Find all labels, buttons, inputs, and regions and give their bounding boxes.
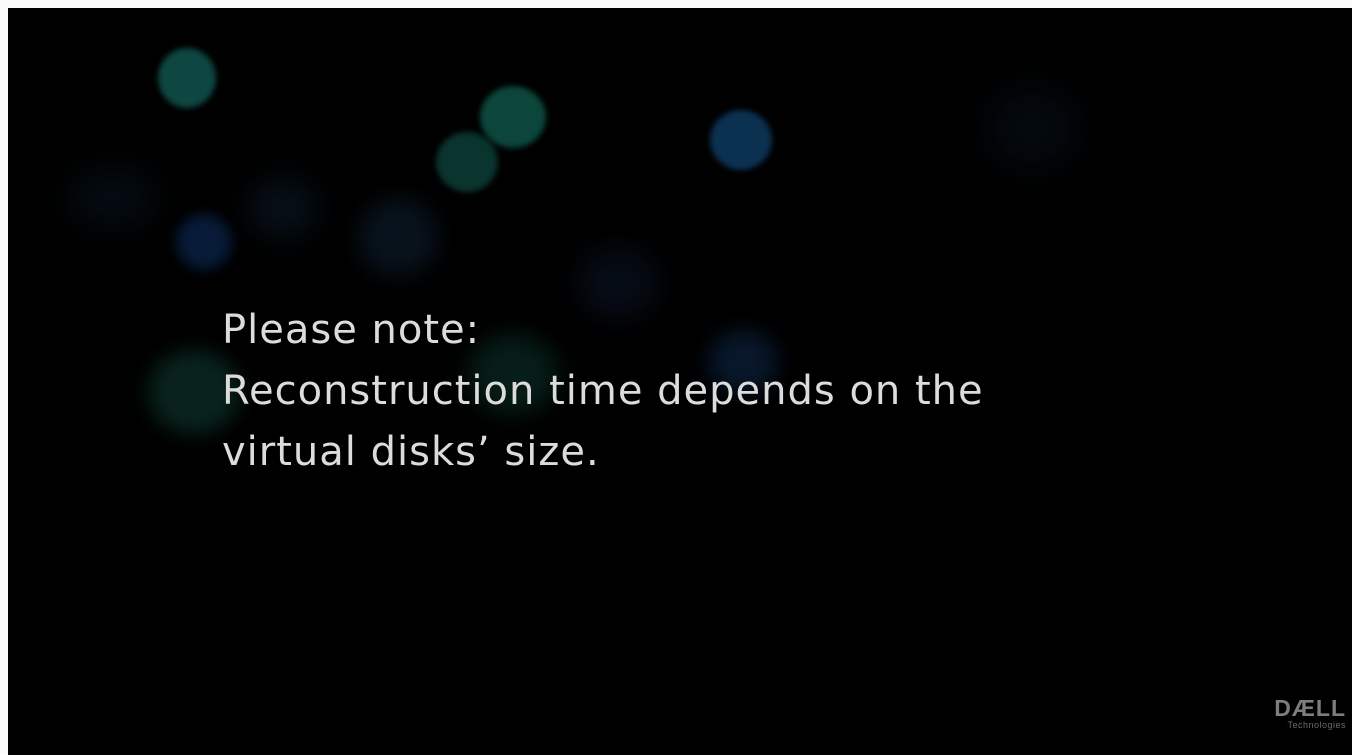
note-line: virtual disks’ size. [222, 429, 600, 475]
note-text: Please note: Reconstruction time depends… [222, 300, 984, 483]
logo-wordmark: DÆLL [1274, 695, 1346, 721]
logo-subtitle: Technologies [1287, 720, 1346, 730]
dell-technologies-logo: DÆLL Technologies [1256, 696, 1346, 731]
note-heading: Please note: [222, 307, 481, 353]
bokeh-light [248, 178, 318, 238]
note-line: Reconstruction time depends on the [222, 368, 984, 414]
bokeh-light [176, 214, 232, 270]
bokeh-light [68, 168, 158, 228]
bokeh-light [158, 48, 216, 108]
bokeh-light [710, 110, 772, 170]
bokeh-light [480, 86, 546, 148]
video-frame: Please note: Reconstruction time depends… [8, 8, 1352, 755]
bokeh-light [436, 132, 498, 192]
bokeh-light [988, 88, 1078, 168]
bokeh-light [358, 198, 438, 276]
